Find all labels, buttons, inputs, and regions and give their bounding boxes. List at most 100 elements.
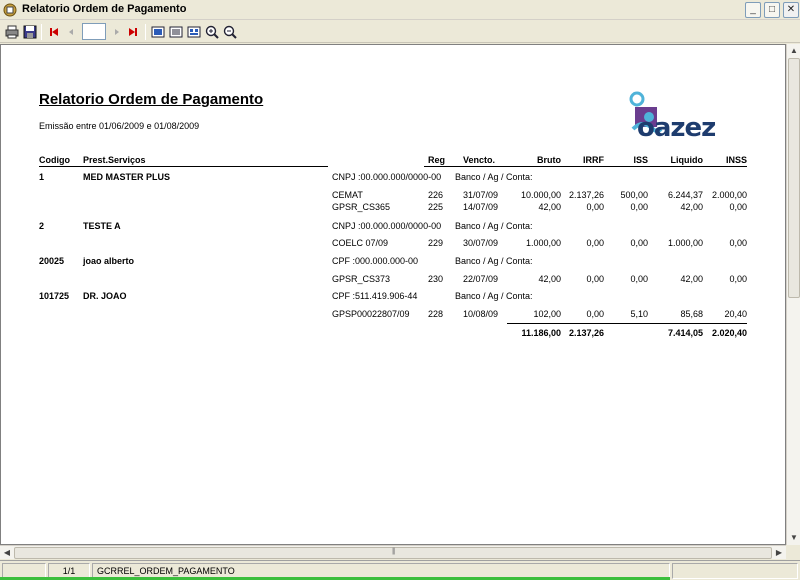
toolbar — [0, 21, 800, 43]
vertical-scrollbar[interactable]: ▲ ▼ — [786, 44, 800, 545]
item-irrf: 0,00 — [586, 238, 604, 248]
item-irrf: 0,00 — [586, 274, 604, 284]
group-codigo: 101725 — [39, 291, 70, 301]
col-header-iss: ISS — [633, 155, 648, 165]
title-bar: Relatorio Ordem de Pagamento _ □ ✕ — [0, 0, 800, 20]
group-doc: CNPJ :00.000.000/0000-00 — [332, 172, 442, 182]
item-iss: 500,00 — [620, 190, 648, 200]
item-liquido: 85,68 — [680, 309, 703, 319]
item-vencto: 14/07/09 — [463, 202, 499, 212]
item-reg: 228 — [427, 309, 443, 319]
item-iss: 0,00 — [630, 274, 648, 284]
col-header-prest: Prest.Serviços — [83, 155, 146, 165]
report-title: Relatorio Ordem de Pagamento — [39, 91, 264, 108]
item-vencto: 31/07/09 — [463, 190, 499, 200]
item-bruto: 102,00 — [533, 309, 561, 319]
group-banco: Banco / Ag / Conta: — [455, 291, 533, 301]
report-viewer-window: Relatorio Ordem de Pagamento _ □ ✕ Relat… — [0, 0, 800, 580]
item-iss: 0,00 — [630, 202, 648, 212]
scroll-up-icon[interactable]: ▲ — [787, 44, 800, 58]
item-iss: 5,10 — [630, 309, 648, 319]
total-liquido: 7.414,05 — [667, 328, 703, 338]
item-irrf: 0,00 — [586, 202, 604, 212]
item-vencto: 22/07/09 — [463, 274, 499, 284]
item-liquido: 6.244,37 — [667, 190, 703, 200]
last-page-icon[interactable] — [125, 24, 141, 40]
total-irrf: 2.137,26 — [568, 328, 604, 338]
item-iss: 0,00 — [630, 238, 648, 248]
single-page-icon[interactable] — [150, 24, 166, 40]
item-desc: COELC 07/09 — [332, 238, 389, 248]
next-page-icon[interactable] — [109, 24, 125, 40]
group-banco: Banco / Ag / Conta: — [455, 172, 533, 182]
minimize-button[interactable]: _ — [745, 2, 761, 18]
maximize-button[interactable]: □ — [764, 2, 780, 18]
zoom-in-icon[interactable] — [204, 24, 220, 40]
group-doc: CNPJ :00.000.000/0000-00 — [332, 221, 442, 231]
item-liquido: 42,00 — [680, 202, 703, 212]
col-header-vencto: Vencto. — [463, 155, 496, 165]
item-reg: 229 — [427, 238, 443, 248]
group-codigo: 2 — [39, 221, 45, 231]
item-vencto: 30/07/09 — [463, 238, 499, 248]
item-desc: GPSR_CS373 — [332, 274, 391, 284]
group-nome: DR. JOAO — [83, 291, 127, 301]
group-doc: CPF :511.419.906-44 — [332, 291, 418, 301]
item-inss: 0,00 — [729, 202, 747, 212]
page-number-input[interactable] — [82, 23, 106, 40]
scroll-down-icon[interactable]: ▼ — [787, 531, 800, 545]
item-desc: GPSP00022807/09 — [332, 309, 410, 319]
multi-page-icon[interactable] — [168, 24, 184, 40]
first-page-icon[interactable] — [46, 24, 62, 40]
item-inss: 20,40 — [724, 309, 747, 319]
item-bruto: 42,00 — [538, 274, 561, 284]
total-inss: 2.020,40 — [711, 328, 747, 338]
item-bruto: 1.000,00 — [525, 238, 561, 248]
toolbar-separator — [41, 24, 42, 40]
group-nome: TESTE A — [83, 221, 121, 231]
vertical-scroll-thumb[interactable] — [788, 58, 800, 298]
total-bruto: 11.186,00 — [521, 328, 561, 338]
scroll-grip-icon: ||| — [392, 548, 396, 555]
status-empty-cell — [672, 563, 798, 579]
col-header-irrf: IRRF — [583, 155, 604, 165]
app-icon — [3, 3, 17, 17]
close-button[interactable]: ✕ — [783, 2, 799, 18]
page-setup-icon[interactable] — [186, 24, 202, 40]
col-header-reg: Reg — [427, 155, 445, 165]
horizontal-scrollbar[interactable]: ◀ ||| ▶ — [0, 545, 786, 559]
item-desc: GPSR_CS365 — [332, 202, 391, 212]
item-bruto: 10.000,00 — [520, 190, 561, 200]
scroll-left-icon[interactable]: ◀ — [0, 546, 14, 560]
item-reg: 225 — [427, 202, 443, 212]
totals-rule — [507, 323, 747, 324]
toolbar-separator — [145, 24, 146, 40]
item-irrf: 0,00 — [586, 309, 604, 319]
item-inss: 0,00 — [729, 274, 747, 284]
window-title: Relatorio Ordem de Pagamento — [22, 3, 187, 15]
group-doc: CPF :000.000.000-00 — [332, 256, 419, 266]
item-vencto: 10/08/09 — [463, 309, 499, 319]
item-liquido: 1.000,00 — [667, 238, 703, 248]
item-inss: 0,00 — [729, 238, 747, 248]
group-codigo: 20025 — [39, 256, 65, 266]
col-header-codigo: Codigo — [39, 155, 70, 165]
item-reg: 226 — [427, 190, 443, 200]
group-nome: joao alberto — [83, 256, 135, 266]
report-page: Relatorio Ordem de Pagamento Emissão ent… — [0, 44, 786, 545]
col-header-inss: INSS — [725, 155, 747, 165]
scroll-right-icon[interactable]: ▶ — [772, 546, 786, 560]
item-desc: CEMAT — [332, 190, 363, 200]
save-icon[interactable] — [22, 24, 38, 40]
item-bruto: 42,00 — [538, 202, 561, 212]
item-liquido: 42,00 — [680, 274, 703, 284]
prev-page-icon[interactable] — [63, 24, 79, 40]
item-irrf: 2.137,26 — [568, 190, 604, 200]
group-banco: Banco / Ag / Conta: — [455, 221, 533, 231]
print-icon[interactable] — [4, 24, 20, 40]
logo-text: oazez — [637, 113, 716, 143]
col-header-bruto: Bruto — [537, 155, 561, 165]
report-subtitle: Emissão entre 01/06/2009 e 01/08/2009 — [39, 121, 200, 131]
zoom-out-icon[interactable] — [222, 24, 238, 40]
group-codigo: 1 — [39, 172, 45, 182]
